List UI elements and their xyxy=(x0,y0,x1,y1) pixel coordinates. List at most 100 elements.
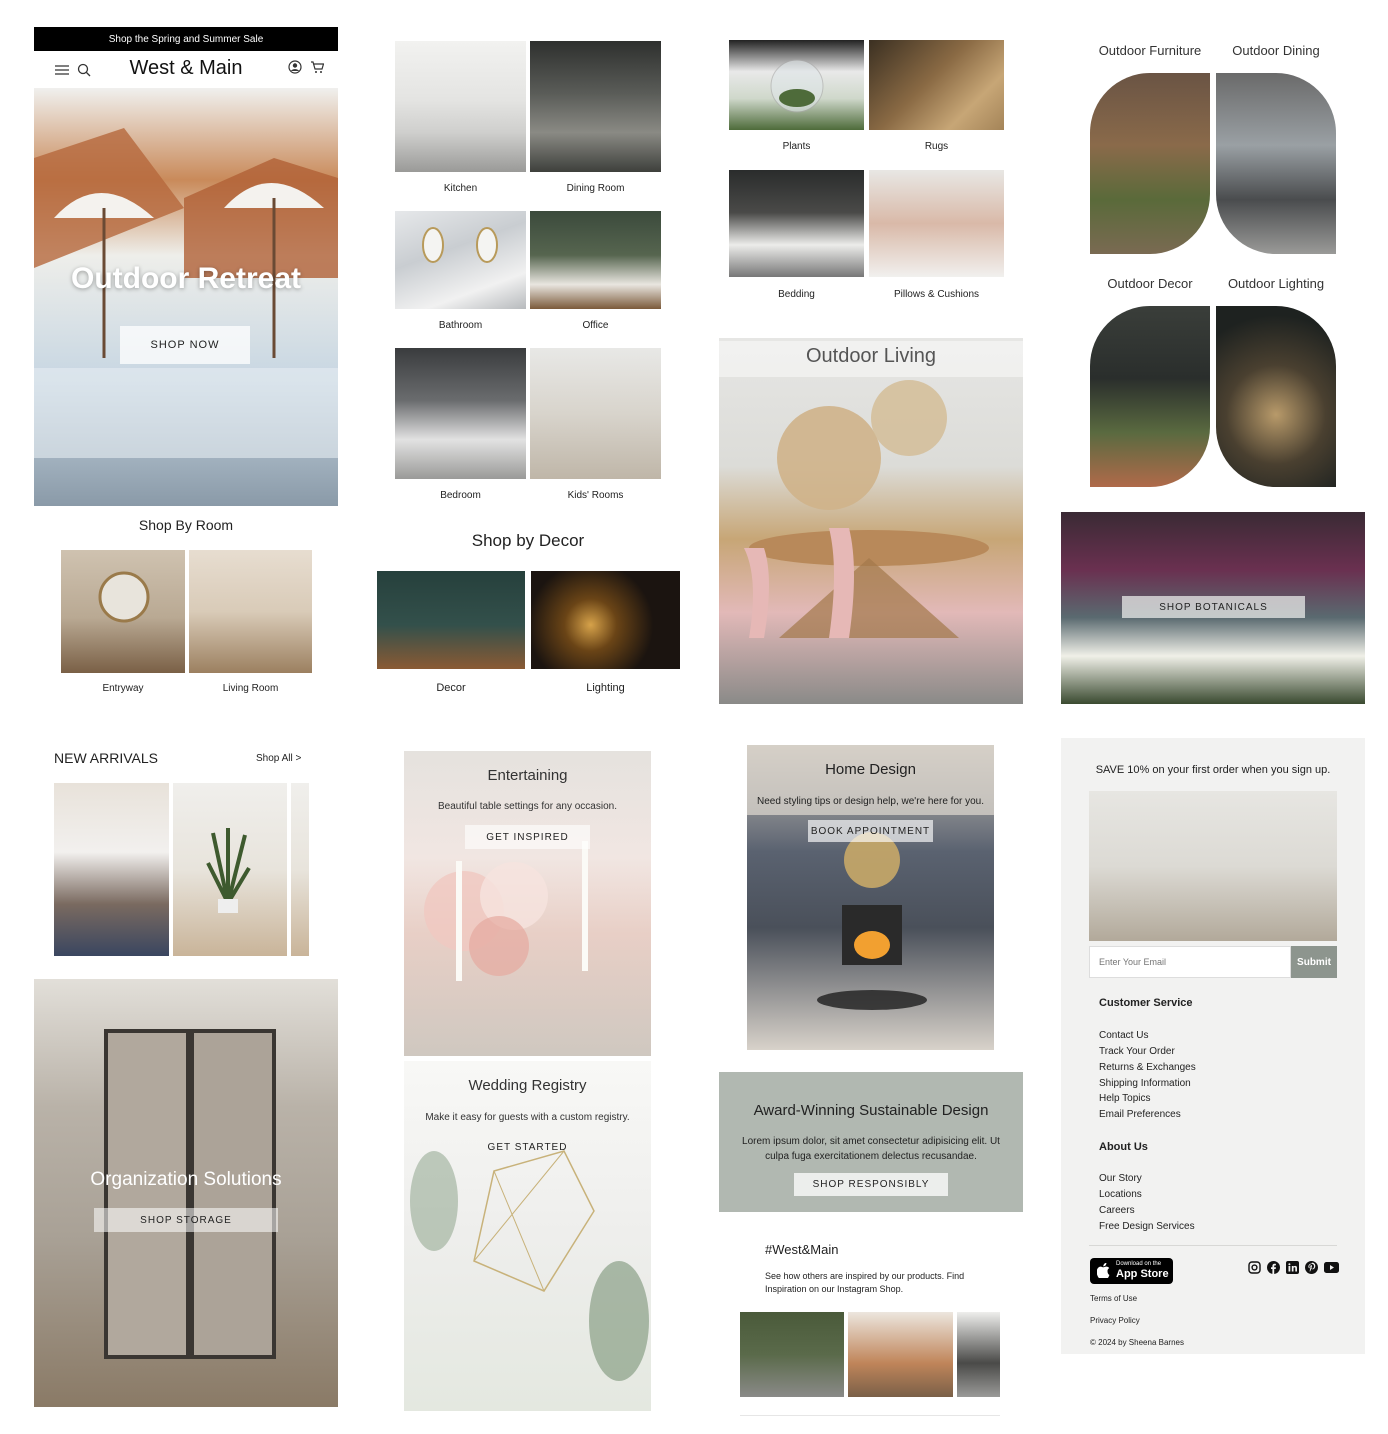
lighting-image[interactable] xyxy=(531,571,680,669)
outdoor-furniture-label[interactable]: Outdoor Furniture xyxy=(1088,43,1212,58)
our-story-link[interactable]: Our Story xyxy=(1099,1173,1142,1184)
entertaining-text: Beautiful table settings for any occasio… xyxy=(438,801,617,812)
book-appointment-button[interactable]: BOOK APPOINTMENT xyxy=(808,820,933,842)
decor-image[interactable] xyxy=(377,571,525,669)
submit-button[interactable]: Submit xyxy=(1291,946,1337,978)
bedroom-label[interactable]: Bedroom xyxy=(395,490,526,501)
terrarium-icon xyxy=(770,59,824,113)
outdoor-living-banner[interactable]: Outdoor Living xyxy=(719,338,1023,704)
pillows-image[interactable] xyxy=(869,170,1004,277)
entryway-image[interactable] xyxy=(61,550,185,673)
privacy-link[interactable]: Privacy Policy xyxy=(1090,1316,1140,1325)
instagram-image-2[interactable] xyxy=(848,1312,953,1397)
lighting-label[interactable]: Lighting xyxy=(531,682,680,694)
get-started-button[interactable]: GET STARTED xyxy=(465,1136,590,1158)
outdoor-dining-label[interactable]: Outdoor Dining xyxy=(1214,43,1338,58)
plants-label[interactable]: Plants xyxy=(729,141,864,152)
outdoor-decor-label[interactable]: Outdoor Decor xyxy=(1088,276,1212,291)
botanicals-banner: SHOP BOTANICALS xyxy=(1061,512,1365,704)
track-order-link[interactable]: Track Your Order xyxy=(1099,1046,1175,1057)
copyright-text: © 2024 by Sheena Barnes xyxy=(1090,1338,1184,1347)
returns-link[interactable]: Returns & Exchanges xyxy=(1099,1062,1196,1073)
shop-botanicals-button[interactable]: SHOP BOTANICALS xyxy=(1122,596,1305,618)
plants-image[interactable] xyxy=(729,40,864,130)
kitchen-image[interactable] xyxy=(395,41,526,172)
pinterest-icon[interactable] xyxy=(1305,1261,1318,1274)
contact-us-link[interactable]: Contact Us xyxy=(1099,1030,1148,1041)
outdoor-lighting-label[interactable]: Outdoor Lighting xyxy=(1214,276,1338,291)
dining-room-image[interactable] xyxy=(530,41,661,172)
outdoor-dining-image[interactable] xyxy=(1216,73,1336,254)
signup-image xyxy=(1089,791,1337,941)
app-store-badge[interactable]: Download on the App Store xyxy=(1090,1258,1173,1284)
free-design-link[interactable]: Free Design Services xyxy=(1099,1221,1195,1232)
entertaining-title: Entertaining xyxy=(487,767,568,784)
living-room-image[interactable] xyxy=(189,550,312,673)
help-topics-link[interactable]: Help Topics xyxy=(1099,1093,1151,1104)
shop-responsibly-button[interactable]: SHOP RESPONSIBLY xyxy=(794,1173,948,1196)
new-arrival-plant-image[interactable] xyxy=(173,783,287,956)
hashtag-heading: #West&Main xyxy=(765,1242,839,1257)
email-preferences-link[interactable]: Email Preferences xyxy=(1099,1109,1181,1120)
new-arrival-partial-image[interactable] xyxy=(291,783,309,956)
org-title: Organization Solutions xyxy=(90,1169,282,1190)
cart-icon[interactable] xyxy=(310,60,324,74)
wardrobe-door-left xyxy=(104,1029,190,1359)
shop-storage-button[interactable]: SHOP STORAGE xyxy=(94,1208,278,1232)
careers-link[interactable]: Careers xyxy=(1099,1205,1135,1216)
entertaining-banner: Entertaining Beautiful table settings fo… xyxy=(404,751,651,1056)
wardrobe-door-right xyxy=(190,1029,276,1359)
rugs-label[interactable]: Rugs xyxy=(869,141,1004,152)
footer-divider xyxy=(1089,1245,1337,1246)
award-text: Lorem ipsum dolor, sit amet consectetur … xyxy=(742,1136,1000,1162)
youtube-icon[interactable] xyxy=(1324,1262,1339,1273)
bathroom-image[interactable] xyxy=(395,211,526,309)
bath-mirrors-icon xyxy=(422,227,498,263)
parasol-image xyxy=(34,128,338,458)
outdoor-decor-image[interactable] xyxy=(1090,306,1210,487)
flowers-image xyxy=(424,841,588,981)
search-icon[interactable] xyxy=(77,63,91,77)
terms-link[interactable]: Terms of Use xyxy=(1090,1294,1137,1303)
promo-bar[interactable]: Shop the Spring and Summer Sale xyxy=(34,27,338,51)
instagram-divider xyxy=(740,1415,1000,1416)
kids-rooms-image[interactable] xyxy=(530,348,661,479)
wall-baskets-image xyxy=(744,380,989,638)
instagram-icon[interactable] xyxy=(1248,1261,1261,1274)
email-input[interactable] xyxy=(1089,946,1291,978)
linkedin-icon[interactable] xyxy=(1286,1261,1299,1274)
brand-logo[interactable]: West & Main xyxy=(114,57,258,80)
shop-now-button[interactable]: SHOP NOW xyxy=(120,326,250,364)
new-arrival-bedroom-image[interactable] xyxy=(54,783,169,956)
user-icon[interactable] xyxy=(288,60,302,74)
locations-link[interactable]: Locations xyxy=(1099,1189,1142,1200)
living-room-label[interactable]: Living Room xyxy=(189,683,312,694)
pillows-label[interactable]: Pillows & Cushions xyxy=(869,289,1004,300)
about-heading: About Us xyxy=(1099,1141,1148,1153)
social-icons xyxy=(1248,1261,1340,1275)
bedding-label[interactable]: Bedding xyxy=(729,289,864,300)
shop-all-link[interactable]: Shop All > xyxy=(256,753,301,764)
kitchen-label[interactable]: Kitchen xyxy=(395,183,526,194)
entryway-label[interactable]: Entryway xyxy=(61,683,185,694)
get-inspired-button[interactable]: GET INSPIRED xyxy=(465,825,590,849)
kids-rooms-label[interactable]: Kids' Rooms xyxy=(530,490,661,501)
organization-banner: Organization Solutions SHOP STORAGE xyxy=(34,979,338,1407)
instagram-image-3[interactable] xyxy=(957,1312,1000,1397)
rugs-image[interactable] xyxy=(869,40,1004,130)
outdoor-lighting-image[interactable] xyxy=(1216,306,1336,487)
bedroom-image[interactable] xyxy=(395,348,526,479)
bathroom-label[interactable]: Bathroom xyxy=(395,320,526,331)
office-image[interactable] xyxy=(530,211,661,309)
bedding-image[interactable] xyxy=(729,170,864,277)
office-label[interactable]: Office xyxy=(530,320,661,331)
facebook-icon[interactable] xyxy=(1267,1261,1280,1274)
instagram-image-1[interactable] xyxy=(740,1312,844,1397)
footer-panel: SAVE 10% on your first order when you si… xyxy=(1061,738,1365,1354)
outdoor-furniture-image[interactable] xyxy=(1090,73,1210,254)
shipping-link[interactable]: Shipping Information xyxy=(1099,1078,1191,1089)
menu-icon[interactable] xyxy=(54,64,70,76)
dining-room-label[interactable]: Dining Room xyxy=(530,183,661,194)
decor-label[interactable]: Decor xyxy=(377,682,525,694)
app-store-text: App Store xyxy=(1116,1268,1169,1280)
